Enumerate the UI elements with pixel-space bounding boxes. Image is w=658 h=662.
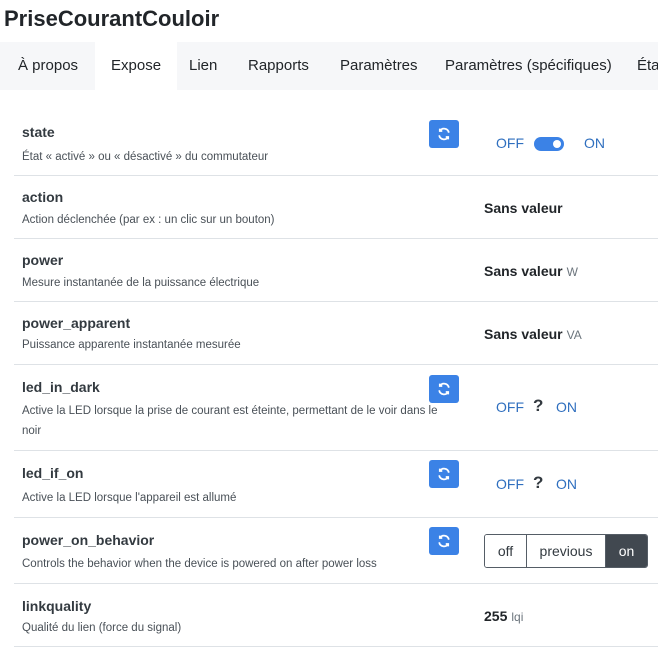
unknown-state-indicator: ?	[533, 396, 544, 415]
expose-description: Active la LED lorsque l'appareil est all…	[22, 492, 237, 504]
expose-value: Sans valeur VA	[484, 326, 582, 342]
expose-name: state	[22, 124, 55, 140]
expose-row-led-if-on: led_if_on Active la LED lorsque l'appare…	[14, 451, 658, 518]
value-text: Sans valeur	[484, 200, 563, 216]
power-on-behavior-selector: off previous on	[484, 534, 648, 568]
expose-name: led_if_on	[22, 465, 84, 481]
expose-name: led_in_dark	[22, 379, 100, 395]
toggle-off-label[interactable]: OFF	[496, 476, 524, 492]
expose-description: Controls the behavior when the device is…	[22, 558, 377, 570]
state-toggle-switch[interactable]	[534, 137, 564, 151]
unknown-state-indicator: ?	[533, 473, 544, 492]
value-text: 255	[484, 608, 508, 624]
refresh-button[interactable]	[429, 460, 459, 488]
refresh-button[interactable]	[429, 375, 459, 403]
expose-description: Active la LED lorsque la prise de couran…	[22, 405, 438, 437]
device-title: PriseCourantCouloir	[4, 6, 220, 31]
expose-description: Mesure instantanée de la puissance élect…	[22, 277, 260, 289]
toggle-on-label[interactable]: ON	[556, 399, 577, 415]
expose-row-state: state État « activé » ou « désactivé » d…	[14, 113, 658, 176]
expose-row-power-on-behavior: power_on_behavior Controls the behavior …	[14, 518, 658, 584]
expose-description: État « activé » ou « désactivé » du comm…	[22, 151, 269, 163]
expose-row-power: power Mesure instantanée de la puissance…	[14, 239, 658, 302]
expose-row-power-apparent: power_apparent Puissance apparente insta…	[14, 302, 658, 365]
value-text: Sans valeur	[484, 326, 563, 342]
expose-row-linkquality: linkquality Qualité du lien (force du si…	[14, 584, 658, 647]
expose-value: Sans valeur W	[484, 263, 578, 279]
value-unit: lqi	[511, 610, 524, 624]
option-off-button[interactable]: off	[485, 535, 527, 567]
tab-state[interactable]: État	[621, 42, 658, 90]
value-unit: W	[566, 265, 578, 279]
refresh-button[interactable]	[429, 527, 459, 555]
refresh-icon	[437, 534, 451, 548]
expose-description: Qualité du lien (force du signal)	[22, 622, 182, 634]
tab-bar: À propos Expose Lien Rapports Paramètres…	[0, 42, 658, 90]
toggle-off-label[interactable]: OFF	[496, 399, 524, 415]
expose-panel: state État « activé » ou « désactivé » d…	[8, 90, 658, 662]
tab-specific-settings[interactable]: Paramètres (spécifiques)	[429, 42, 628, 90]
expose-name: linkquality	[22, 598, 92, 614]
tab-reports[interactable]: Rapports	[232, 42, 325, 90]
expose-name: action	[22, 189, 64, 205]
expose-value: 255 lqi	[484, 608, 523, 624]
expose-row-action: action Action déclenchée (par ex : un cl…	[14, 176, 658, 239]
tab-about[interactable]: À propos	[2, 42, 94, 90]
expose-name: power	[22, 252, 64, 268]
refresh-icon	[437, 382, 451, 396]
tab-link[interactable]: Lien	[173, 42, 233, 90]
refresh-icon	[437, 467, 451, 481]
option-on-button[interactable]: on	[606, 535, 647, 567]
value-text: Sans valeur	[484, 263, 563, 279]
tab-expose[interactable]: Expose	[95, 42, 178, 90]
toggle-on-label[interactable]: ON	[556, 476, 577, 492]
option-previous-button[interactable]: previous	[527, 535, 606, 567]
refresh-icon	[437, 127, 451, 141]
expose-description: Action déclenchée (par ex : un clic sur …	[22, 214, 275, 226]
expose-value: Sans valeur	[484, 200, 563, 216]
expose-row-led-in-dark: led_in_dark Active la LED lorsque la pri…	[14, 365, 658, 451]
expose-name: power_on_behavior	[22, 532, 155, 548]
value-unit: VA	[566, 328, 582, 342]
refresh-button[interactable]	[429, 120, 459, 148]
tab-settings[interactable]: Paramètres	[324, 42, 434, 90]
expose-description: Puissance apparente instantanée mesurée	[22, 339, 241, 351]
toggle-off-label[interactable]: OFF	[496, 135, 524, 151]
expose-name: power_apparent	[22, 315, 131, 331]
toggle-on-label[interactable]: ON	[584, 135, 605, 151]
